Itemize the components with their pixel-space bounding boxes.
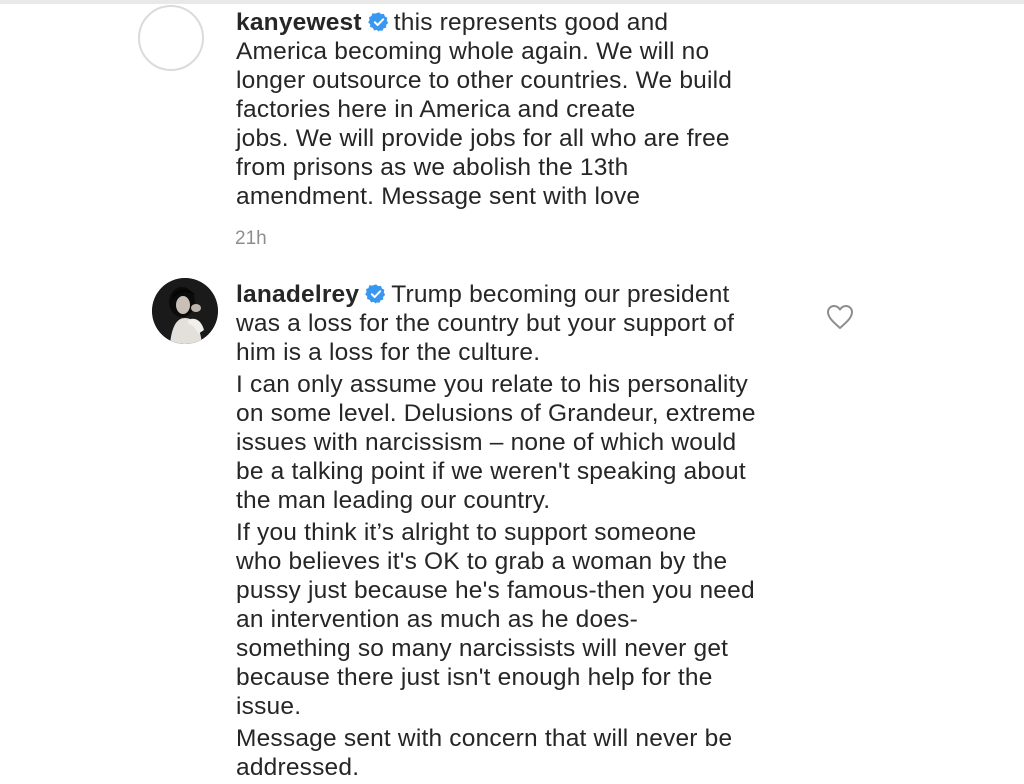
comment-body: kanyewest this represents good and Americ…	[236, 8, 816, 211]
comment-line: Message sent with concern that will neve…	[236, 725, 733, 752]
comment-line: I can only assume you relate to his pers…	[236, 371, 748, 398]
comment-line: something so many narcissists will never…	[236, 635, 729, 662]
comment-line: be a talking point if we weren't speakin…	[236, 458, 746, 485]
comment-paragraph: lanadelrey Trump becoming our president w…	[236, 280, 816, 367]
comment-line: longer outsource to other countries. We …	[236, 67, 733, 94]
comment-paragraph: I can only assume you relate to his pers…	[236, 370, 816, 515]
heart-outline-icon[interactable]	[826, 304, 854, 330]
comment-paragraph: Message sent with concern that will neve…	[236, 724, 816, 782]
comment-line: issues with narcissism – none of which w…	[236, 429, 737, 456]
comment-line: factories here in America and create	[236, 96, 636, 123]
comment-line: If you think it’s alright to support som…	[236, 519, 697, 546]
comment-line: this represents good and	[393, 9, 669, 36]
comment-first-line: kanyewest this represents good and	[236, 8, 816, 37]
comment-line: who believes it's OK to grab a woman by …	[236, 548, 728, 575]
comment-line: America becoming whole again. We will no	[236, 38, 710, 65]
comment-line: because there just isn't enough help for…	[236, 664, 713, 691]
comment-line: an intervention as much as he does-	[236, 606, 638, 633]
username-link[interactable]: kanyewest	[236, 9, 362, 36]
comment-line: Trump becoming our president	[391, 281, 730, 308]
avatar[interactable]	[152, 278, 218, 344]
avatar[interactable]	[138, 5, 204, 71]
comment-line: jobs. We will provide jobs for all who a…	[236, 125, 730, 152]
comment-first-line: lanadelrey Trump becoming our president	[236, 280, 816, 309]
comment-line: pussy just because he's famous-then you …	[236, 577, 755, 604]
comment-line: him is a loss for the culture.	[236, 339, 541, 366]
comment-timestamp[interactable]: 21h	[235, 228, 267, 250]
comment-line: issue.	[236, 693, 302, 720]
top-edge-divider	[0, 0, 1024, 4]
username-link[interactable]: lanadelrey	[236, 281, 359, 308]
comment-line: on some level. Delusions of Grandeur, ex…	[236, 400, 756, 427]
comment-paragraph: If you think it’s alright to support som…	[236, 518, 816, 721]
comment-line: addressed.	[236, 754, 360, 781]
comment-line: was a loss for the country but your supp…	[236, 310, 735, 337]
comment-line: amendment. Message sent with love	[236, 183, 641, 210]
comment-body: lanadelrey Trump becoming our president w…	[236, 280, 816, 784]
verified-badge-icon	[365, 283, 387, 305]
comment-line: from prisons as we abolish the 13th	[236, 154, 629, 181]
verified-badge-icon	[367, 11, 390, 33]
comment-line: the man leading our country.	[236, 487, 551, 514]
avatar-photo-image	[152, 278, 218, 344]
